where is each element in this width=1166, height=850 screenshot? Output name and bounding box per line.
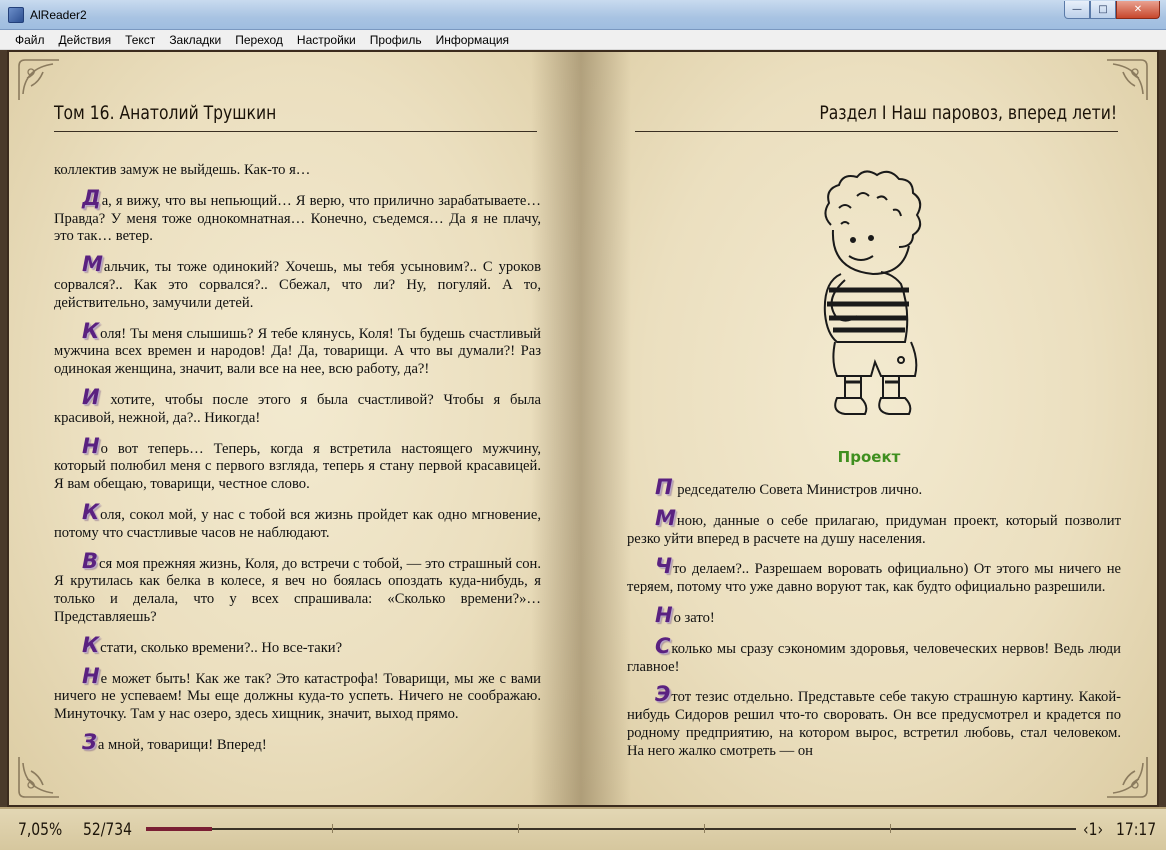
paragraph: Сколько мы сразу сэкономим здоровья, чел… bbox=[627, 633, 1121, 675]
running-header: Раздел I Наш паровоз, вперед лети! bbox=[819, 102, 1117, 124]
paragraph: коллектив замуж не выйдешь. Как-то я… bbox=[54, 162, 311, 178]
drop-cap: К bbox=[82, 499, 100, 524]
header-rule bbox=[54, 131, 537, 132]
minimize-button[interactable]: — bbox=[1064, 1, 1090, 19]
app-icon bbox=[8, 6, 24, 23]
close-button[interactable]: ✕ bbox=[1116, 1, 1160, 19]
drop-cap: Н bbox=[655, 602, 673, 627]
spine-shadow bbox=[581, 52, 631, 805]
drop-cap: И bbox=[82, 384, 100, 409]
menu-bar: Файл Действия Текст Закладки Переход Нас… bbox=[0, 30, 1166, 50]
menu-info[interactable]: Информация bbox=[429, 33, 516, 47]
paragraph: Что делаем?.. Разрешаем воровать официал… bbox=[627, 554, 1121, 596]
progress-tick bbox=[890, 824, 891, 833]
paragraph: Но зато! bbox=[655, 602, 715, 627]
drop-cap: Э bbox=[655, 682, 671, 707]
drop-cap: З bbox=[82, 729, 97, 754]
paragraph: Вся моя прежняя жизнь, Коля, до встречи … bbox=[54, 548, 541, 625]
drop-cap: Д bbox=[82, 185, 101, 210]
right-page[interactable]: Раздел I Наш паровоз, вперед лети! Проек… bbox=[581, 52, 1157, 805]
section-title: Проект bbox=[837, 448, 901, 466]
corner-ornament-icon bbox=[1105, 58, 1149, 102]
paragraph: Коля! Ты меня слышишь? Я тебе клянусь, К… bbox=[54, 318, 541, 378]
menu-settings[interactable]: Настройки bbox=[290, 33, 363, 47]
page-text: П редседателю Совета Министров лично. Мн… bbox=[627, 475, 1121, 771]
progress-percent: 7,05% bbox=[18, 820, 63, 840]
drop-cap: К bbox=[82, 318, 100, 343]
progress-tick bbox=[518, 824, 519, 833]
paragraph: Мною, данные о себе прилагаю, придуман п… bbox=[627, 505, 1121, 547]
status-bar: 7,05% 52/734 ‹1› 17:17 bbox=[0, 807, 1166, 850]
drop-cap: Н bbox=[82, 663, 100, 688]
paragraph: И хотите, чтобы после этого я была счаст… bbox=[54, 384, 541, 426]
paragraph: Не может быть! Как же так? Это катастроф… bbox=[54, 663, 541, 723]
paragraph: За мной, товарищи! Вперед! bbox=[82, 729, 267, 754]
drop-cap: Н bbox=[82, 433, 100, 458]
menu-bookmarks[interactable]: Закладки bbox=[162, 33, 228, 47]
window-titlebar[interactable]: AlReader2 — □ ✕ bbox=[0, 0, 1166, 30]
maximize-button[interactable]: □ bbox=[1090, 1, 1116, 19]
window-title: AlReader2 bbox=[30, 7, 87, 22]
drop-cap: С bbox=[655, 633, 671, 658]
boy-illustration bbox=[801, 170, 941, 430]
paragraph: Этот тезис отдельно. Представьте себе та… bbox=[627, 682, 1121, 759]
menu-navigate[interactable]: Переход bbox=[228, 33, 290, 47]
progress-tick bbox=[332, 824, 333, 833]
paragraph: Коля, сокол мой, у нас с тобой вся жизнь… bbox=[54, 499, 541, 541]
menu-profile[interactable]: Профиль bbox=[363, 33, 429, 47]
drop-cap: В bbox=[82, 548, 99, 573]
header-rule bbox=[635, 131, 1118, 132]
drop-cap: К bbox=[82, 632, 100, 657]
window-controls: — □ ✕ bbox=[1064, 1, 1160, 19]
left-page[interactable]: Том 16. Анатолий Трушкин коллектив замуж… bbox=[9, 52, 581, 805]
chapter-nav[interactable]: ‹1› bbox=[1083, 820, 1103, 840]
running-header: Том 16. Анатолий Трушкин bbox=[54, 102, 277, 124]
clock: 17:17 bbox=[1116, 820, 1157, 840]
menu-text[interactable]: Текст bbox=[118, 33, 162, 47]
paragraph: Да, я вижу, что вы непьющий… Я верю, что… bbox=[54, 185, 541, 245]
progress-slider[interactable] bbox=[146, 824, 1076, 833]
paragraph: П редседателю Совета Министров лично. bbox=[655, 475, 923, 499]
book-view[interactable]: Том 16. Анатолий Трушкин коллектив замуж… bbox=[7, 50, 1159, 807]
menu-actions[interactable]: Действия bbox=[52, 33, 119, 47]
paragraph: Но вот теперь… Теперь, когда я встретила… bbox=[54, 433, 541, 493]
menu-file[interactable]: Файл bbox=[8, 33, 52, 47]
page-text: коллектив замуж не выйдешь. Как-то я… Да… bbox=[54, 162, 541, 765]
page-counter[interactable]: 52/734 bbox=[83, 820, 132, 840]
drop-cap: М bbox=[82, 252, 103, 277]
drop-cap: Ч bbox=[655, 554, 672, 579]
progress-tick bbox=[704, 824, 705, 833]
corner-ornament-icon bbox=[17, 58, 61, 102]
paragraph: Кстати, сколько времени?.. Но все-таки? bbox=[82, 632, 343, 657]
drop-cap: П bbox=[655, 475, 673, 499]
drop-cap: М bbox=[655, 505, 676, 530]
progress-fill bbox=[146, 827, 212, 831]
paragraph: Мальчик, ты тоже одинокий? Хочешь, мы те… bbox=[54, 252, 541, 311]
